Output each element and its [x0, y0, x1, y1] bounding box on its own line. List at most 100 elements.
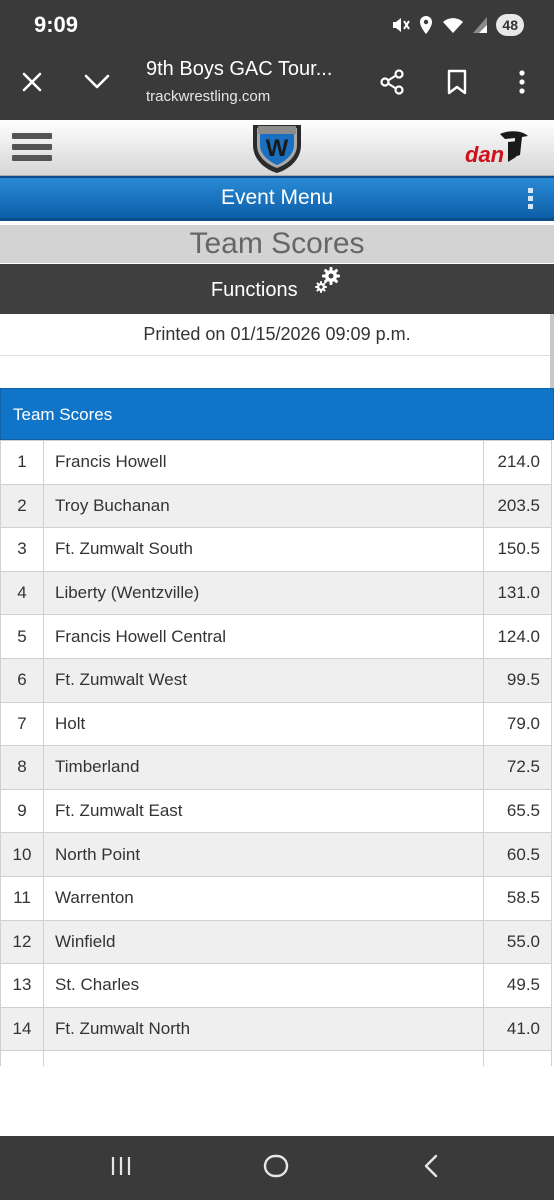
team-scores-header: Team Scores	[0, 388, 554, 440]
score-cell: 124.0	[483, 614, 552, 659]
close-icon	[21, 71, 43, 98]
rank-cell: 12	[0, 919, 44, 965]
rank-cell: 10	[0, 832, 44, 877]
score-cell: 214.0	[483, 440, 552, 485]
status-icons: 48	[390, 12, 524, 38]
table-row: 14 Ft. Zumwalt North 41.0	[0, 1006, 552, 1052]
team-name-cell: Warrenton	[43, 875, 484, 921]
trackwrestling-logo[interactable]: W	[250, 122, 304, 174]
home-icon	[263, 1154, 289, 1183]
team-name-cell: Ft. Zumwalt West	[43, 657, 484, 703]
close-button[interactable]	[12, 64, 52, 104]
table-row: 13 St. Charles 49.5	[0, 963, 552, 1008]
rank-cell: 5	[0, 614, 44, 659]
home-button[interactable]	[254, 1150, 298, 1186]
team-name-cell: Ft. Zumwalt North	[43, 1006, 484, 1052]
share-button[interactable]	[372, 64, 412, 104]
table-row: 6 Ft. Zumwalt West 99.5	[0, 657, 552, 703]
status-bar: 9:09 48	[0, 0, 554, 50]
hamburger-menu-button[interactable]	[12, 133, 52, 161]
team-name-cell: Winfield	[43, 919, 484, 965]
mute-icon	[390, 15, 411, 35]
team-name-cell: North Point	[43, 832, 484, 877]
table-row: 10 North Point 60.5	[0, 832, 552, 877]
tab-title: 9th Boys GAC Tour...	[146, 58, 333, 80]
team-name-cell	[43, 1050, 484, 1066]
score-cell: 49.5	[483, 963, 552, 1008]
scrollbar[interactable]	[550, 314, 554, 390]
team-scores-section: Team Scores 1 Francis Howell 214.0 2 Troy B…	[0, 388, 554, 1066]
rank-cell: 11	[0, 875, 44, 921]
rank-cell: 9	[0, 788, 44, 834]
rank-cell: 14	[0, 1006, 44, 1052]
rank-cell: 7	[0, 701, 44, 747]
site-header: W dan	[0, 120, 554, 176]
logo-letter: W	[266, 135, 289, 162]
score-cell: 203.5	[483, 483, 552, 529]
functions-button[interactable]: Functions	[0, 264, 554, 314]
bookmark-icon	[446, 69, 468, 100]
team-name-cell: Troy Buchanan	[43, 483, 484, 529]
team-name-cell: Ft. Zumwalt East	[43, 788, 484, 834]
rank-cell: 6	[0, 657, 44, 703]
status-time: 9:09	[34, 12, 79, 37]
more-options-button[interactable]	[502, 64, 542, 104]
rank-cell: 13	[0, 963, 44, 1008]
rank-cell: 8	[0, 745, 44, 790]
more-vert-icon[interactable]	[528, 188, 534, 209]
tab-url[interactable]: trackwrestling.com	[146, 88, 270, 105]
table-row: 11 Warrenton 58.5	[0, 875, 552, 921]
event-menu-button[interactable]: Event Menu	[0, 176, 554, 221]
back-button[interactable]	[409, 1150, 453, 1186]
score-cell: 79.0	[483, 701, 552, 747]
functions-label: Functions	[210, 279, 298, 301]
location-icon	[418, 15, 434, 35]
page-title: Team Scores	[0, 225, 554, 263]
share-icon	[379, 68, 405, 100]
brand-text: dan	[465, 142, 504, 167]
team-name-cell: Timberland	[43, 745, 484, 790]
gears-icon	[313, 262, 343, 314]
chevron-down-icon	[84, 74, 110, 95]
table-row: 1 Francis Howell 214.0	[0, 440, 552, 485]
team-name-cell: Francis Howell Central	[43, 614, 484, 659]
rank-cell: 2	[0, 483, 44, 529]
score-cell	[483, 1050, 552, 1066]
score-cell: 55.0	[483, 919, 552, 965]
score-cell: 60.5	[483, 832, 552, 877]
recents-button[interactable]	[99, 1150, 143, 1186]
printed-timestamp: Printed on 01/15/2026 09:09 p.m.	[0, 314, 554, 356]
system-nav-bar	[0, 1136, 554, 1200]
team-name-cell: Holt	[43, 701, 484, 747]
menu-line	[12, 144, 52, 150]
table-row: 7 Holt 79.0	[0, 701, 552, 747]
rank-cell: 4	[0, 570, 44, 616]
score-cell: 65.5	[483, 788, 552, 834]
battery-indicator: 48	[496, 14, 524, 36]
table-row: 12 Winfield 55.0	[0, 919, 552, 965]
score-cell: 99.5	[483, 657, 552, 703]
team-name-cell: Francis Howell	[43, 440, 484, 485]
score-cell: 72.5	[483, 745, 552, 790]
back-icon	[423, 1154, 439, 1183]
rank-cell: 3	[0, 527, 44, 572]
score-cell: 131.0	[483, 570, 552, 616]
table-row: 3 Ft. Zumwalt South 150.5	[0, 527, 552, 572]
team-scores-table: 1 Francis Howell 214.0 2 Troy Buchanan 203.5…	[0, 440, 552, 1066]
team-name-cell: St. Charles	[43, 963, 484, 1008]
score-cell: 41.0	[483, 1006, 552, 1052]
event-menu-label: Event Menu	[220, 186, 334, 209]
team-name-cell: Liberty (Wentzville)	[43, 570, 484, 616]
table-row: 8 Timberland 72.5	[0, 745, 552, 790]
brand-logo[interactable]: dan	[464, 128, 530, 168]
menu-line	[12, 155, 52, 161]
signal-icon	[472, 16, 488, 34]
score-cell: 58.5	[483, 875, 552, 921]
wifi-icon	[442, 16, 464, 34]
team-name-cell: Ft. Zumwalt South	[43, 527, 484, 572]
table-row: 2 Troy Buchanan 203.5	[0, 483, 552, 529]
bookmark-button[interactable]	[437, 64, 477, 104]
minimize-button[interactable]	[77, 64, 117, 104]
browser-toolbar: 9th Boys GAC Tour... trackwrestling.com	[0, 50, 554, 120]
table-row: 4 Liberty (Wentzville) 131.0	[0, 570, 552, 616]
